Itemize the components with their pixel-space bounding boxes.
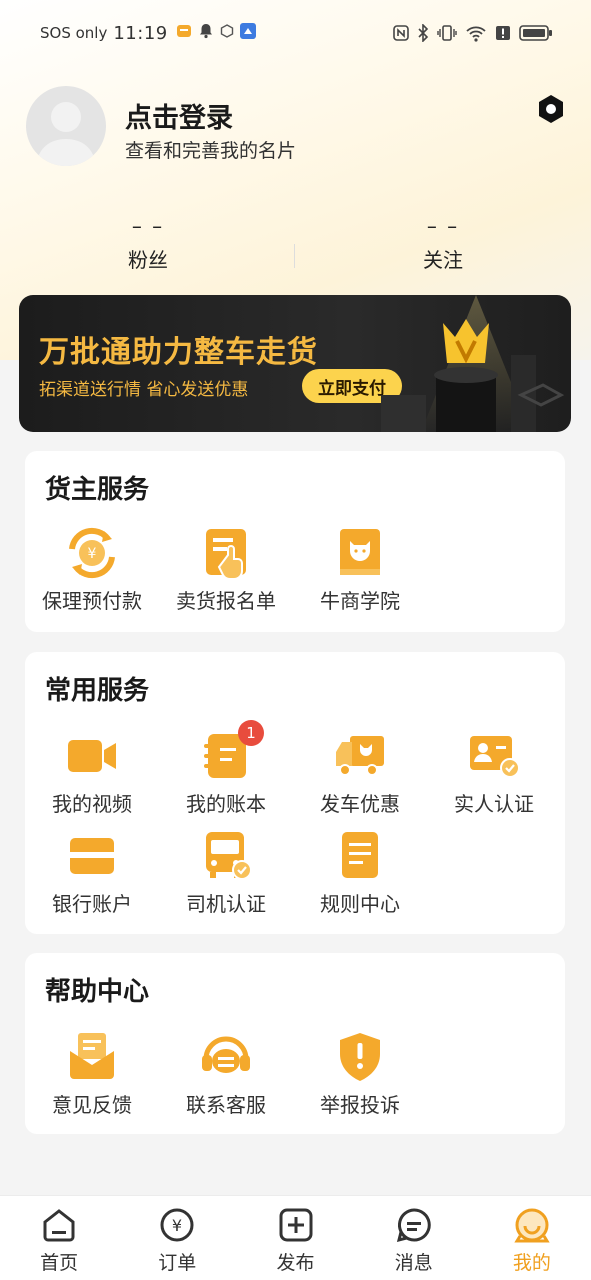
nav-publish[interactable]: 发布 [236,1196,354,1280]
nav-orders[interactable]: ¥ 订单 [118,1196,236,1280]
app-badge-icon [239,23,256,43]
driver-verify-icon [198,828,254,884]
common-services-title: 常用服务 [45,676,150,706]
service-driver-verify[interactable]: 司机认证 [159,828,293,917]
feedback-mail-icon [64,1029,120,1085]
service-my-ledger[interactable]: 1 我的账本 [159,720,293,817]
box-icon [220,24,234,42]
service-label: 卖货报名单 [176,589,276,613]
svg-text:¥: ¥ [172,1216,182,1235]
battery-icon [519,25,552,41]
service-label: 银行账户 [52,892,132,916]
report-shield-icon [332,1029,388,1085]
vibrate-icon [437,25,457,41]
help-feedback[interactable]: 意见反馈 [25,1029,159,1118]
wifi-icon [466,26,486,42]
nav-label: 首页 [40,1252,79,1274]
home-icon [40,1206,78,1244]
rules-doc-icon [332,828,388,884]
service-label: 我的视频 [52,792,132,816]
message-icon [395,1206,433,1244]
service-my-video[interactable]: 我的视频 [25,728,159,817]
help-report[interactable]: 举报投诉 [293,1029,427,1118]
followers-stat[interactable]: – – 粉丝 [73,214,223,273]
status-bar: SOS only 11:19 [0,0,591,66]
followers-label: 粉丝 [128,248,168,272]
order-icon: ¥ [158,1206,196,1244]
service-label: 联系客服 [186,1093,266,1117]
login-subtitle[interactable]: 查看和完善我的名片 [125,136,296,163]
banner-subtitle: 拓渠道送行情 省心发送优惠 [39,380,249,400]
id-verify-icon [466,728,522,784]
bluetooth-icon [418,24,429,42]
owner-services-title: 货主服务 [45,475,150,505]
service-truck-discount[interactable]: 发车优惠 [293,728,427,817]
avatar[interactable] [26,86,106,166]
service-label: 牛商学院 [320,589,400,613]
nav-profile[interactable]: 我的 [473,1196,591,1280]
signup-list-icon [198,525,254,581]
owner-services-card: 货主服务 ¥ 保理预付款 卖货报名单 牛商学院 [25,451,565,632]
customer-service-icon [198,1029,254,1085]
video-camera-icon [64,728,120,784]
ledger-icon: 1 [198,720,264,784]
service-prepayment[interactable]: ¥ 保理预付款 [25,525,159,614]
ledger-badge: 1 [238,720,264,746]
carrier-text: SOS only [40,24,108,42]
notification-app-icon [176,23,192,43]
common-services-card: 常用服务 我的视频 1 我的账本 发车优惠 实人认证 银行账户 司机认证 规则中… [25,652,565,934]
service-label: 司机认证 [186,892,266,916]
help-customer-service[interactable]: 联系客服 [159,1029,293,1118]
followers-count: – – [131,214,165,238]
service-label: 举报投诉 [320,1093,400,1117]
service-label: 意见反馈 [52,1093,132,1117]
banner-title: 万批通助力整车走货 [39,335,318,370]
following-stat[interactable]: – – 关注 [368,214,518,273]
prepayment-icon: ¥ [64,525,120,581]
academy-book-icon [332,525,388,581]
status-icons [393,24,553,42]
nav-label: 消息 [394,1252,433,1274]
service-id-verify[interactable]: 实人认证 [427,728,561,817]
service-label: 规则中心 [320,892,400,916]
login-title[interactable]: 点击登录 [125,96,233,135]
nav-home[interactable]: 首页 [0,1196,118,1280]
status-time: 11:19 [113,22,168,44]
help-center-card: 帮助中心 意见反馈 联系客服 举报投诉 [25,953,565,1134]
service-signup-list[interactable]: 卖货报名单 [159,525,293,614]
service-label: 我的账本 [186,792,266,816]
alert-sim-icon [496,26,510,40]
svg-text:¥: ¥ [88,546,97,562]
publish-plus-icon [277,1206,315,1244]
nfc-icon [393,25,409,41]
service-academy[interactable]: 牛商学院 [293,525,427,614]
following-count: – – [426,214,460,238]
service-label: 实人认证 [454,792,534,816]
profile-icon [513,1206,551,1244]
nav-label: 订单 [158,1252,197,1274]
nav-messages[interactable]: 消息 [355,1196,473,1280]
vip-crown-illustration [381,295,565,432]
settings-hexagon-icon[interactable] [535,93,567,125]
bell-icon [198,23,214,43]
service-label: 保理预付款 [42,589,142,613]
stats-divider [294,244,295,268]
following-label: 关注 [423,248,463,272]
help-center-title: 帮助中心 [45,977,150,1007]
service-label: 发车优惠 [320,792,400,816]
truck-discount-icon [332,728,388,784]
nav-label: 发布 [276,1252,315,1274]
bottom-nav: 首页 ¥ 订单 发布 消息 我的 [0,1195,591,1280]
service-rules-center[interactable]: 规则中心 [293,828,427,917]
service-bank-account[interactable]: 银行账户 [25,828,159,917]
promo-banner[interactable]: 万批通助力整车走货 拓渠道送行情 省心发送优惠 立即支付 [19,295,571,432]
bank-card-icon [64,828,120,884]
nav-label: 我的 [512,1252,551,1274]
